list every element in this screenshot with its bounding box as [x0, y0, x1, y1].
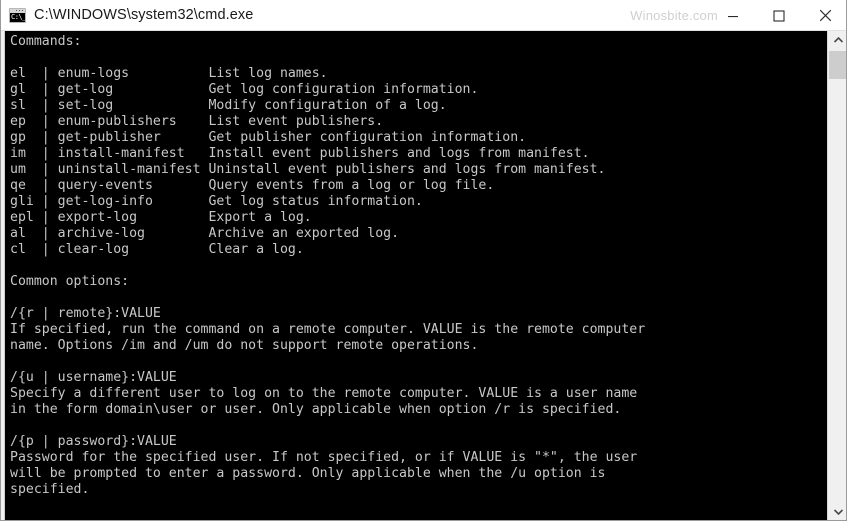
scrollbar-track[interactable] [828, 49, 846, 503]
minimize-button[interactable] [710, 0, 756, 31]
scrollbar-thumb[interactable] [829, 51, 846, 79]
icon-dot-3 [16, 9, 17, 11]
window-controls [710, 0, 846, 31]
icon-dot-2 [19, 9, 20, 11]
window-titlebar[interactable]: C:\_ C:\WINDOWS\system32\cmd.exe Winosbi… [1, 0, 846, 31]
scroll-up-arrow-icon[interactable] [828, 31, 846, 49]
close-button[interactable] [802, 0, 846, 31]
console-vertical-scrollbar[interactable] [827, 31, 846, 520]
console-client-area: Commands: el | enum-logs List log names.… [1, 31, 846, 520]
scroll-down-arrow-icon[interactable] [828, 503, 846, 520]
window-title: C:\WINDOWS\system32\cmd.exe [34, 7, 254, 23]
icon-prompt-glyph: C:\_ [11, 12, 26, 21]
cmd-console-icon: C:\_ [9, 7, 26, 23]
console-output-text: Commands: el | enum-logs List log names.… [10, 34, 646, 497]
watermark-text: Winosbite.com [630, 8, 718, 23]
icon-dot-1 [22, 9, 23, 11]
cmd-window: C:\_ C:\WINDOWS\system32\cmd.exe Winosbi… [0, 0, 847, 521]
maximize-button[interactable] [756, 0, 802, 31]
console-output-surface[interactable]: Commands: el | enum-logs List log names.… [5, 31, 827, 520]
